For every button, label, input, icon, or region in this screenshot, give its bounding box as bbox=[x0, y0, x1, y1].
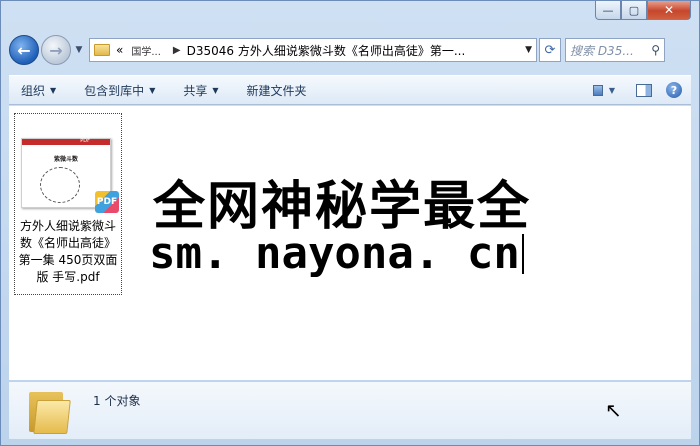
thumbnail-header: PDF bbox=[22, 138, 110, 145]
chevron-right-icon[interactable]: ▶ bbox=[173, 45, 181, 56]
file-list-pane[interactable]: PDF 紫微斗数 PDF 方外人细说紫微斗数《名师出高徒》第一集 450页双面版… bbox=[9, 106, 691, 380]
folder-icon bbox=[29, 388, 71, 434]
chevron-down-icon: ▼ bbox=[212, 85, 219, 95]
new-folder-label: 新建文件夹 bbox=[246, 83, 307, 98]
change-view-button[interactable]: ▼ bbox=[593, 81, 615, 99]
maximize-button[interactable]: ▢ bbox=[621, 1, 647, 20]
back-button[interactable]: ← bbox=[9, 35, 39, 65]
minimize-button[interactable]: — bbox=[595, 1, 621, 20]
thumbnail-title: 紫微斗数 bbox=[53, 156, 78, 163]
address-overflow[interactable]: « bbox=[116, 43, 123, 57]
include-library-menu[interactable]: 包含到库中 ▼ bbox=[84, 82, 155, 99]
chevron-down-icon: ▼ bbox=[608, 85, 615, 95]
forward-button[interactable]: → bbox=[41, 35, 71, 65]
watermark-overlay: 全网神秘学最全 sm. nayona. cn bbox=[149, 162, 553, 286]
watermark-line2: sm. nayona. cn bbox=[149, 228, 524, 279]
search-input[interactable]: 搜索 D35... ⚲ bbox=[565, 38, 665, 62]
item-count: 1 个对象 bbox=[93, 394, 141, 408]
details-pane: 1 个对象 ↖ bbox=[9, 381, 691, 439]
breadcrumb-current[interactable]: D35046 方外人细说紫微斗数《名师出高徒》第一... bbox=[187, 42, 466, 59]
refresh-button[interactable]: ⟳ bbox=[539, 38, 561, 62]
chevron-down-icon: ▼ bbox=[149, 85, 156, 95]
include-library-label: 包含到库中 bbox=[84, 83, 145, 98]
search-placeholder: 搜索 D35... bbox=[570, 43, 634, 58]
organize-label: 组织 bbox=[21, 83, 46, 98]
toolbar-right: ▼ ? bbox=[585, 81, 691, 99]
new-folder-button[interactable]: 新建文件夹 bbox=[247, 82, 307, 99]
thumbnail-chart bbox=[40, 167, 80, 203]
preview-pane-icon bbox=[636, 83, 652, 97]
file-item[interactable]: PDF 紫微斗数 PDF 方外人细说紫微斗数《名师出高徒》第一集 450页双面版… bbox=[14, 113, 122, 295]
chevron-down-icon: ▼ bbox=[50, 85, 57, 95]
thumbnail-header-label: PDF bbox=[80, 138, 90, 144]
explorer-window: — ▢ ✕ ← → ▼ « 国学... ▶ D35046 方外人细说紫微斗数《名… bbox=[0, 0, 700, 446]
preview-pane-button[interactable] bbox=[633, 81, 655, 99]
text-caret bbox=[521, 234, 524, 274]
close-button[interactable]: ✕ bbox=[647, 1, 691, 20]
history-dropdown-icon[interactable]: ▼ bbox=[73, 45, 85, 55]
help-button[interactable]: ? bbox=[663, 81, 685, 99]
watermark-url: sm. nayona. cn bbox=[149, 228, 520, 279]
share-label: 共享 bbox=[183, 83, 208, 98]
breadcrumb-separator: 国学... bbox=[131, 46, 161, 58]
pdf-icon: PDF bbox=[95, 191, 119, 213]
mouse-cursor-icon: ↖ bbox=[605, 398, 622, 422]
address-dropdown-icon[interactable]: ▼ bbox=[519, 45, 532, 55]
search-icon[interactable]: ⚲ bbox=[651, 43, 660, 57]
caption-buttons: — ▢ ✕ bbox=[595, 1, 691, 21]
folder-icon bbox=[94, 44, 110, 56]
command-bar: 组织 ▼ 包含到库中 ▼ 共享 ▼ 新建文件夹 ▼ ? bbox=[9, 75, 691, 105]
view-icon bbox=[593, 84, 603, 96]
address-bar[interactable]: « 国学... ▶ D35046 方外人细说紫微斗数《名师出高徒》第一... ▼ bbox=[89, 38, 537, 62]
organize-menu[interactable]: 组织 ▼ bbox=[21, 82, 56, 99]
navigation-bar: ← → ▼ « 国学... ▶ D35046 方外人细说紫微斗数《名师出高徒》第… bbox=[9, 31, 691, 69]
folder-front bbox=[33, 400, 71, 434]
share-menu[interactable]: 共享 ▼ bbox=[183, 82, 218, 99]
file-name: 方外人细说紫微斗数《名师出高徒》第一集 450页双面版 手写.pdf bbox=[18, 219, 118, 284]
help-icon: ? bbox=[666, 82, 682, 98]
